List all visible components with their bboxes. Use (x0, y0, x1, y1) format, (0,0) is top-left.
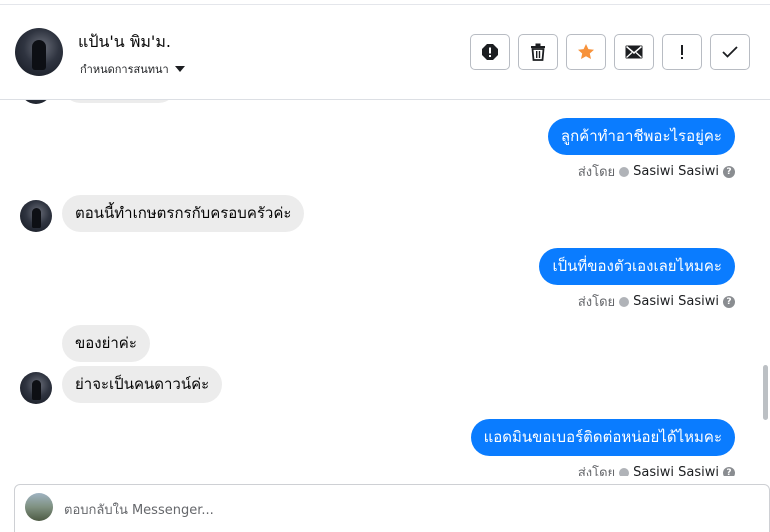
mail-icon (625, 45, 643, 59)
follow-up-icon (681, 45, 683, 59)
message-bubble-incoming[interactable]: ของย่าค่ะ (62, 325, 150, 362)
assign-conversation-dropdown[interactable]: กำหนดการสนทนา (80, 60, 185, 78)
message-bubble-incoming[interactable]: ย่าจะเป็นคนดาวน์ค่ะ (62, 366, 223, 403)
chevron-down-icon (174, 66, 185, 72)
message-bubble-outgoing[interactable]: ลูกค้าทำอาชีพอะไรอยู่คะ (547, 118, 735, 155)
sent-by-label: ส่งโดย (577, 295, 616, 310)
mark-unread-button[interactable] (614, 34, 654, 70)
star-icon (578, 44, 594, 59)
sent-by-info: ส่งโดย Sasiwi Sasiwi ? (578, 161, 735, 182)
delete-button[interactable] (518, 34, 558, 70)
done-icon (722, 46, 738, 58)
sent-by-info: ส่งโดย Sasiwi Sasiwi ? (578, 462, 735, 476)
trash-icon (531, 43, 545, 61)
contact-name[interactable]: แป้น'น พิม'ม. (78, 30, 171, 55)
spam-icon (482, 44, 498, 60)
sent-by-info: ส่งโดย Sasiwi Sasiwi ? (578, 291, 735, 312)
mark-done-button[interactable] (710, 34, 750, 70)
reply-input[interactable]: ตอบกลับใน Messenger... (64, 499, 214, 520)
message-bubble-outgoing[interactable]: เป็นที่ของตัวเองเลยไหมคะ (539, 248, 735, 285)
follow-up-button[interactable] (662, 34, 702, 70)
contact-avatar-small (20, 100, 52, 104)
contact-avatar-small[interactable] (20, 200, 52, 232)
sent-by-label: ส่งโดย (577, 466, 616, 476)
verified-icon (619, 296, 630, 307)
help-icon[interactable]: ? (723, 165, 735, 178)
message-bubble-outgoing[interactable]: แอดมินขอเบอร์ติดต่อหน่อยได้ไหมคะ (470, 419, 735, 456)
divider (0, 4, 770, 5)
help-icon[interactable]: ? (723, 295, 735, 308)
message-thread[interactable]: ลูกค้าทำอาชีพอะไรอยู่คะ ส่งโดย Sasiwi Sa… (0, 100, 770, 476)
contact-avatar[interactable] (15, 28, 63, 76)
message-bubble-partial (62, 100, 177, 103)
agent-name[interactable]: Sasiwi Sasiwi (633, 294, 719, 309)
conversation-header: แป้น'น พิม'ม. กำหนดการสนทนา (0, 0, 770, 100)
mark-spam-button[interactable] (470, 34, 510, 70)
agent-name[interactable]: Sasiwi Sasiwi (633, 164, 719, 179)
sent-by-label: ส่งโดย (577, 165, 616, 180)
message-bubble-incoming[interactable]: ตอนนี้ทำเกษตรกรกับครอบครัวค่ะ (62, 195, 305, 232)
scrollbar-thumb[interactable] (763, 365, 768, 420)
verified-icon (619, 166, 630, 177)
agent-name[interactable]: Sasiwi Sasiwi (633, 465, 719, 476)
contact-avatar-small[interactable] (20, 372, 52, 404)
page-avatar (25, 493, 53, 521)
verified-icon (619, 467, 630, 476)
assign-label: กำหนดการสนทนา (80, 63, 169, 76)
help-icon[interactable]: ? (723, 466, 735, 476)
reply-composer[interactable]: ตอบกลับใน Messenger... (14, 484, 770, 532)
star-button[interactable] (566, 34, 606, 70)
